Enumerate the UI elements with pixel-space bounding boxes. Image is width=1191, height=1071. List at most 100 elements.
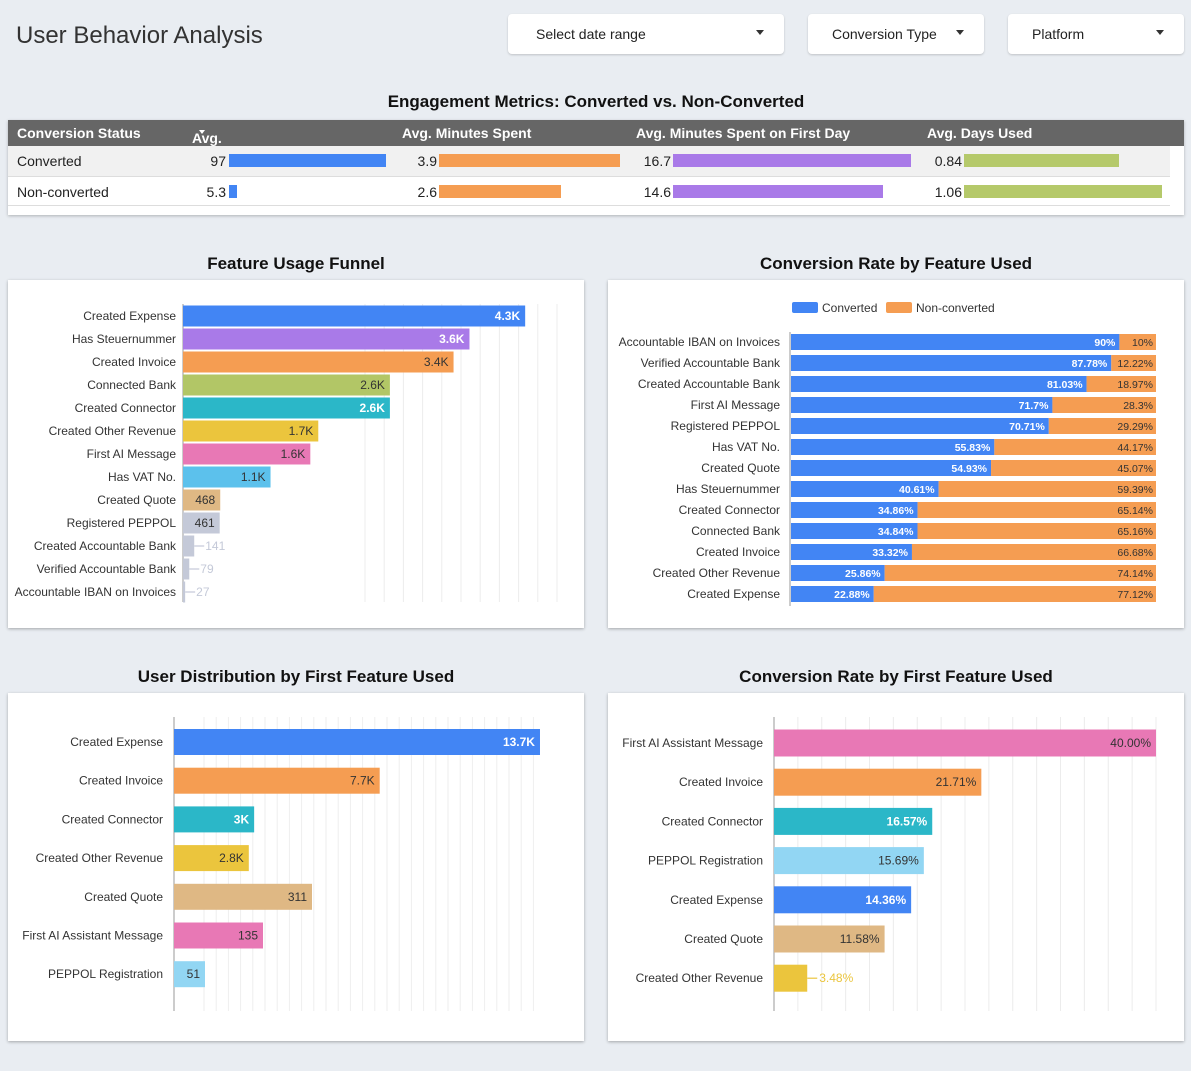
category-label: Created Other Revenue <box>653 566 781 580</box>
date-range-filter[interactable]: Select date range <box>508 14 784 54</box>
bar <box>174 729 540 755</box>
category-label: Accountable IBAN on Invoices <box>619 335 780 349</box>
platform-label: Platform <box>1032 26 1085 42</box>
bar <box>183 374 390 396</box>
category-label: Created Quote <box>84 890 163 904</box>
data-label: 3.4K <box>424 355 449 369</box>
bar-non-converted <box>873 586 1156 602</box>
data-label: 1.7K <box>289 424 314 438</box>
conversion-by-first-feature-card: First AI Assistant Message 40.00% Created … <box>608 693 1184 1041</box>
data-label: 468 <box>195 493 215 507</box>
data-label: 79 <box>200 562 214 576</box>
data-label: 4.3K <box>495 309 521 323</box>
category-label: Has Steuernummer <box>676 482 780 496</box>
category-label: First AI Message <box>87 447 177 461</box>
engagement-table: Conversion Status Avg. Session Avg. Minu… <box>8 120 1184 215</box>
column-header-status[interactable]: Conversion Status <box>17 125 141 141</box>
first-day-bar <box>673 185 883 198</box>
category-label: Created Accountable Bank <box>34 539 177 553</box>
bar-converted <box>791 334 1120 350</box>
conversion-rate-by-first-feature-chart: First AI Assistant Message 40.00% Created … <box>622 717 1157 1011</box>
column-header-minutes[interactable]: Avg. Minutes Spent <box>402 125 531 141</box>
sort-desc-icon <box>199 130 205 134</box>
data-label-non-converted: 12.22% <box>1117 358 1153 370</box>
bar <box>183 351 454 373</box>
data-label-converted: 25.86% <box>845 568 881 580</box>
data-label: 51 <box>187 967 201 981</box>
table-row[interactable]: Non-converted 5.3 2.6 14.6 1.06 <box>8 176 1170 206</box>
data-label: 14.36% <box>865 893 906 907</box>
category-label: Created Invoice <box>696 545 780 559</box>
bar <box>774 729 1156 757</box>
data-label-converted: 34.86% <box>878 505 914 517</box>
conversion-type-label: Conversion Type <box>832 26 937 42</box>
category-label: Connected Bank <box>691 524 781 538</box>
category-label: PEPPOL Registration <box>48 967 163 981</box>
first-day-value: 16.7 <box>643 153 671 169</box>
category-label: Created Other Revenue <box>49 424 177 438</box>
bar <box>774 964 808 992</box>
data-label: 2.6K <box>360 401 386 415</box>
data-label: 15.69% <box>878 854 919 868</box>
data-label-non-converted: 10% <box>1132 337 1153 349</box>
data-label: 1.1K <box>241 470 266 484</box>
category-label: PEPPOL Registration <box>648 854 763 868</box>
days-bar <box>964 154 1119 167</box>
category-label: Created Expense <box>670 893 763 907</box>
bar <box>183 305 526 327</box>
data-label-non-converted: 45.07% <box>1117 463 1153 475</box>
bar-converted <box>791 397 1053 413</box>
data-label-converted: 81.03% <box>1047 379 1083 391</box>
legend-label-converted: Converted <box>822 301 877 315</box>
data-label: 311 <box>288 890 307 904</box>
conversion-type-filter[interactable]: Conversion Type <box>808 14 984 54</box>
data-label-converted: 40.61% <box>899 484 935 496</box>
category-label: Created Connector <box>62 812 163 826</box>
session-bar <box>229 154 386 167</box>
data-label-converted: 87.78% <box>1072 358 1108 370</box>
data-label-converted: 70.71% <box>1009 421 1045 433</box>
feature-usage-funnel-chart: Created Expense 4.3K Has Steuernummer 3.6K C… <box>15 304 558 603</box>
category-label: Created Connector <box>662 814 763 828</box>
funnel-chart-title: Feature Usage Funnel <box>207 254 385 273</box>
data-label-non-converted: 74.14% <box>1117 568 1153 580</box>
category-label: Created Quote <box>701 461 780 475</box>
data-label: 2.6K <box>360 378 385 392</box>
data-label-converted: 71.7% <box>1019 400 1049 412</box>
data-label: 40.00% <box>1110 736 1151 750</box>
chevron-down-icon <box>756 30 764 35</box>
platform-filter[interactable]: Platform <box>1008 14 1184 54</box>
column-header-days[interactable]: Avg. Days Used <box>927 125 1032 141</box>
data-label-non-converted: 77.12% <box>1117 589 1153 601</box>
category-label: Created Other Revenue <box>636 971 764 985</box>
user-distribution-chart: Created Expense 13.7K Created Invoice 7.7K C… <box>22 717 540 1011</box>
table-row[interactable]: Converted 97 3.9 16.7 0.84 <box>8 146 1170 176</box>
category-label: Registered PEPPOL <box>67 516 177 530</box>
row-status: Non-converted <box>17 184 109 200</box>
session-value: 97 <box>210 153 226 169</box>
funnel-chart-card: Created Expense 4.3K Has Steuernummer 3.6K C… <box>8 280 584 628</box>
legend-swatch-converted <box>792 302 818 313</box>
bar-converted <box>791 376 1087 392</box>
distribution-chart-card: Created Expense 13.7K Created Invoice 7.7K C… <box>8 693 584 1041</box>
data-label: 461 <box>195 516 215 530</box>
session-bar <box>229 185 237 198</box>
column-header-first-day[interactable]: Avg. Minutes Spent on First Day <box>636 125 850 141</box>
bar <box>183 328 470 350</box>
category-label: Accountable IBAN on Invoices <box>15 585 176 599</box>
conversion-rate-by-feature-chart: Converted Non-converted Accountable IBAN o… <box>619 301 1156 606</box>
data-label-non-converted: 65.14% <box>1117 505 1153 517</box>
engagement-title: Engagement Metrics: Converted vs. Non-Co… <box>387 92 805 111</box>
category-label: Connected Bank <box>87 378 177 392</box>
data-label: 141 <box>205 539 225 553</box>
data-label-non-converted: 29.29% <box>1117 421 1153 433</box>
category-label: Created Connector <box>75 401 176 415</box>
data-label: 3.48% <box>819 971 853 985</box>
category-label: Has VAT No. <box>712 440 780 454</box>
category-label: Created Expense <box>687 587 780 601</box>
bar <box>183 558 190 580</box>
data-label-converted: 54.93% <box>951 463 987 475</box>
bar-non-converted <box>884 565 1156 581</box>
data-label: 13.7K <box>503 735 535 749</box>
data-label: 1.6K <box>281 447 306 461</box>
